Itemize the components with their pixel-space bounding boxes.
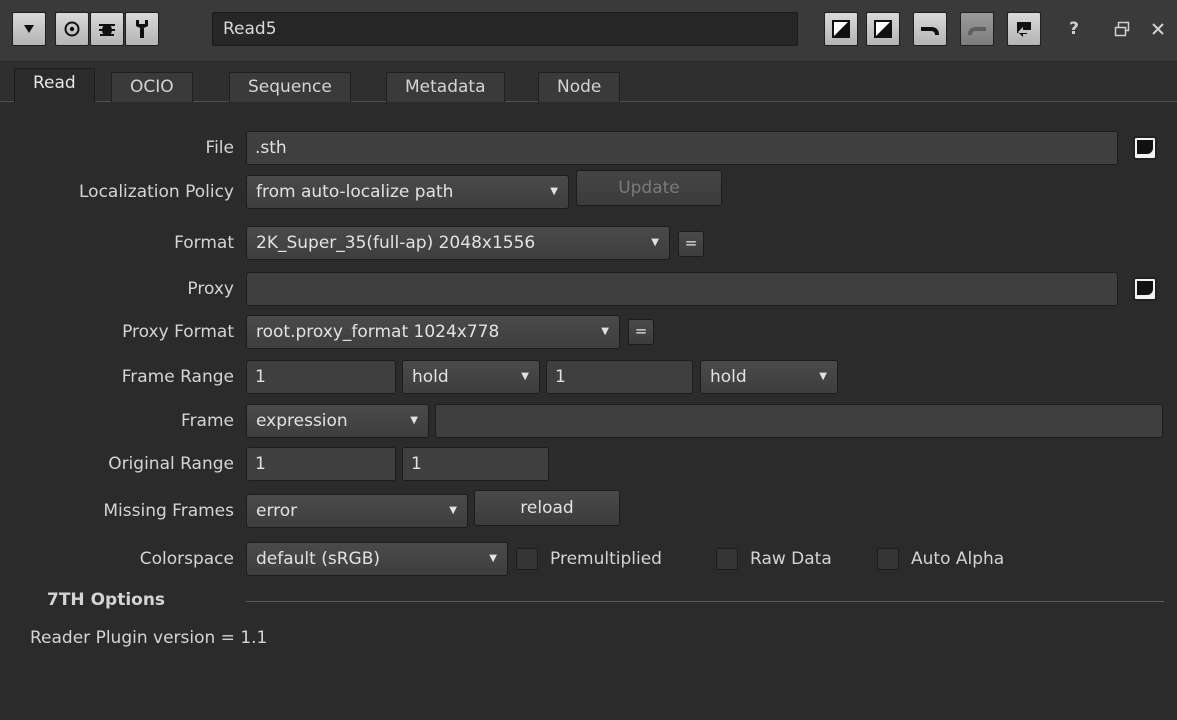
update-button[interactable]: Update — [576, 170, 722, 206]
format-value: 2K_Super_35(full-ap) 2048x1556 — [256, 233, 536, 253]
output-toggle-icon[interactable] — [866, 12, 900, 46]
frame-label: Frame — [181, 411, 234, 431]
frame-range-before-dropdown[interactable]: hold ▼ — [402, 360, 540, 394]
reload-button[interactable]: reload — [474, 490, 620, 526]
chevron-down-icon: ▼ — [489, 553, 497, 564]
premultiplied-label: Premultiplied — [550, 549, 662, 569]
original-range-first-input[interactable]: 1 — [246, 447, 396, 481]
raw-data-checkbox[interactable] — [716, 548, 738, 570]
section-divider — [246, 601, 1164, 602]
node-name-field[interactable]: Read5 — [212, 12, 798, 46]
raw-data-label: Raw Data — [750, 549, 832, 569]
frame-range-first-input[interactable]: 1 — [246, 360, 396, 394]
frame-mode-value: expression — [256, 411, 348, 431]
wrench-icon[interactable] — [125, 12, 159, 46]
localization-policy-label: Localization Policy — [79, 182, 234, 202]
missing-frames-value: error — [256, 501, 298, 521]
proxy-input[interactable] — [246, 272, 1118, 306]
frame-expression-input[interactable] — [435, 404, 1163, 438]
tab-ocio[interactable]: OCIO — [111, 72, 193, 102]
bug-icon[interactable] — [90, 12, 124, 46]
premultiplied-checkbox[interactable] — [516, 548, 538, 570]
file-browse-icon[interactable] — [1133, 136, 1157, 160]
frame-range-last-input[interactable]: 1 — [546, 360, 693, 394]
colorspace-dropdown[interactable]: default (sRGB) ▼ — [246, 542, 508, 576]
format-edit-button[interactable]: = — [678, 231, 704, 257]
chevron-down-icon: ▼ — [521, 371, 529, 382]
close-icon[interactable] — [1146, 12, 1170, 46]
node-title-bar: Read5 ? — [0, 0, 1177, 62]
frame-range-after-dropdown[interactable]: hold ▼ — [700, 360, 838, 394]
tab-bar: Read OCIO Sequence Metadata Node — [0, 62, 1177, 103]
help-icon[interactable]: ? — [1062, 12, 1086, 46]
collapse-arrow-icon[interactable] — [12, 12, 46, 46]
original-range-label: Original Range — [108, 454, 234, 474]
missing-frames-label: Missing Frames — [103, 501, 234, 521]
chevron-down-icon: ▼ — [550, 186, 558, 197]
tab-read[interactable]: Read — [14, 68, 95, 103]
plugin-version-text: Reader Plugin version = 1.1 — [30, 628, 268, 648]
frame-mode-dropdown[interactable]: expression ▼ — [246, 404, 429, 438]
proxy-browse-icon[interactable] — [1133, 277, 1157, 301]
tab-sequence[interactable]: Sequence — [229, 72, 351, 102]
redo-icon[interactable] — [960, 12, 994, 46]
format-dropdown[interactable]: 2K_Super_35(full-ap) 2048x1556 ▼ — [246, 226, 670, 260]
undo-icon[interactable] — [913, 12, 947, 46]
auto-alpha-checkbox[interactable] — [877, 548, 899, 570]
format-label: Format — [174, 233, 234, 253]
localization-policy-dropdown[interactable]: from auto-localize path ▼ — [246, 175, 569, 209]
section-title: 7TH Options — [47, 590, 166, 610]
proxy-format-edit-button[interactable]: = — [628, 319, 654, 345]
missing-frames-dropdown[interactable]: error ▼ — [246, 494, 468, 528]
original-range-last-input[interactable]: 1 — [402, 447, 549, 481]
tab-metadata[interactable]: Metadata — [386, 72, 505, 102]
tab-node[interactable]: Node — [538, 72, 621, 102]
auto-alpha-label: Auto Alpha — [911, 549, 1005, 569]
revert-icon[interactable] — [1007, 12, 1041, 46]
center-node-icon[interactable] — [55, 12, 89, 46]
chevron-down-icon: ▼ — [819, 371, 827, 382]
proxy-format-value: root.proxy_format 1024x778 — [256, 322, 500, 342]
chevron-down-icon: ▼ — [651, 237, 659, 248]
proxy-label: Proxy — [187, 279, 234, 299]
input-toggle-icon[interactable] — [824, 12, 858, 46]
proxy-format-dropdown[interactable]: root.proxy_format 1024x778 ▼ — [246, 315, 620, 349]
chevron-down-icon: ▼ — [410, 415, 418, 426]
chevron-down-icon: ▼ — [601, 326, 609, 337]
chevron-down-icon: ▼ — [449, 505, 457, 516]
colorspace-value: default (sRGB) — [256, 549, 380, 569]
float-icon[interactable] — [1110, 12, 1134, 46]
colorspace-label: Colorspace — [139, 549, 234, 569]
file-label: File — [205, 138, 234, 158]
frame-range-before-value: hold — [412, 367, 449, 387]
localization-policy-value: from auto-localize path — [256, 182, 454, 202]
proxy-format-label: Proxy Format — [122, 322, 234, 342]
file-input[interactable]: .sth — [246, 131, 1118, 165]
frame-range-label: Frame Range — [121, 367, 234, 387]
frame-range-after-value: hold — [710, 367, 747, 387]
